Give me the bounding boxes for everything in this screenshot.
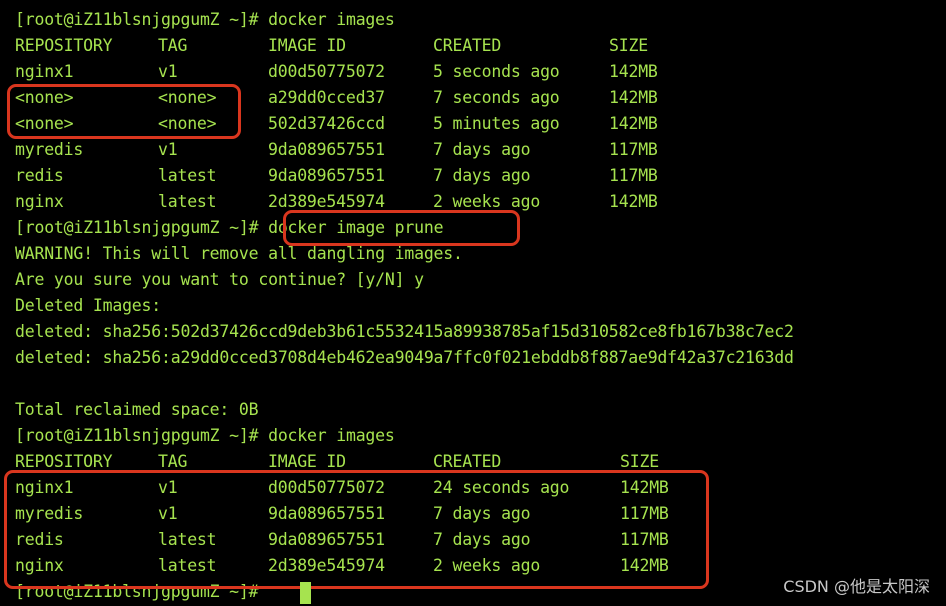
command-text: docker images xyxy=(268,426,395,445)
table-cell: 117MB xyxy=(609,140,658,159)
column-header: TAG xyxy=(158,36,188,55)
table-cell: 7 days ago xyxy=(433,166,531,185)
table-cell: myredis xyxy=(15,140,84,159)
table-row: redis latest 9da089657551 7 days ago 117MB xyxy=(0,163,946,189)
shell-prompt: [root@iZ11blsnjgpgumZ ~]# xyxy=(15,218,269,237)
table-row: myredis v1 9da089657551 7 days ago 117MB xyxy=(0,137,946,163)
table-cell: 9da089657551 xyxy=(268,140,385,159)
column-header: IMAGE ID xyxy=(268,36,346,55)
column-header: REPOSITORY xyxy=(15,36,113,55)
table-cell: 7 seconds ago xyxy=(433,88,560,107)
output-line: Total reclaimed space: 0B xyxy=(15,400,259,419)
table-cell: nginx1 xyxy=(15,62,74,81)
table-cell: 142MB xyxy=(609,192,658,211)
output-line: Deleted Images: xyxy=(15,296,162,315)
command-text: docker images xyxy=(268,10,395,29)
table-cell: 117MB xyxy=(609,166,658,185)
table-cell: latest xyxy=(158,166,217,185)
column-header: CREATED xyxy=(433,36,502,55)
terminal-cursor xyxy=(300,582,311,604)
table-cell: v1 xyxy=(158,140,178,159)
command-line: [root@iZ11blsnjgpgumZ ~]# docker images xyxy=(15,423,395,449)
table-cell: 9da089657551 xyxy=(268,166,385,185)
table-cell: a29dd0cced37 xyxy=(268,88,385,107)
command-line: [root@iZ11blsnjgpgumZ ~]# docker images xyxy=(15,7,395,33)
table-cell: 5 minutes ago xyxy=(433,114,560,133)
highlight-remaining-images xyxy=(4,470,709,589)
table-cell: nginx xyxy=(15,192,64,211)
table-cell: 142MB xyxy=(609,114,658,133)
table-cell: latest xyxy=(158,192,217,211)
table-cell: 502d37426ccd xyxy=(268,114,385,133)
table-cell: 5 seconds ago xyxy=(433,62,560,81)
table-cell: 142MB xyxy=(609,62,658,81)
table-row: nginx1 v1 d00d50775072 5 seconds ago 142MB xyxy=(0,59,946,85)
table-header: REPOSITORY TAG IMAGE ID CREATED SIZE xyxy=(0,33,946,59)
highlight-prune-command xyxy=(283,210,520,246)
table-cell: 142MB xyxy=(609,88,658,107)
highlight-none-images xyxy=(7,84,241,139)
table-cell: 7 days ago xyxy=(433,140,531,159)
column-header: SIZE xyxy=(609,36,648,55)
output-line: deleted: sha256:a29dd0cced3708d4eb462ea9… xyxy=(15,348,794,367)
shell-prompt: [root@iZ11blsnjgpgumZ ~]# xyxy=(15,426,269,445)
shell-prompt: [root@iZ11blsnjgpgumZ ~]# xyxy=(15,10,269,29)
watermark: CSDN @他是太阳深 xyxy=(783,577,930,596)
output-line: Are you sure you want to continue? [y/N]… xyxy=(15,270,424,289)
table-cell: redis xyxy=(15,166,64,185)
output-line: deleted: sha256:502d37426ccd9deb3b61c553… xyxy=(15,322,794,341)
table-cell: d00d50775072 xyxy=(268,62,385,81)
table-cell: v1 xyxy=(158,62,178,81)
